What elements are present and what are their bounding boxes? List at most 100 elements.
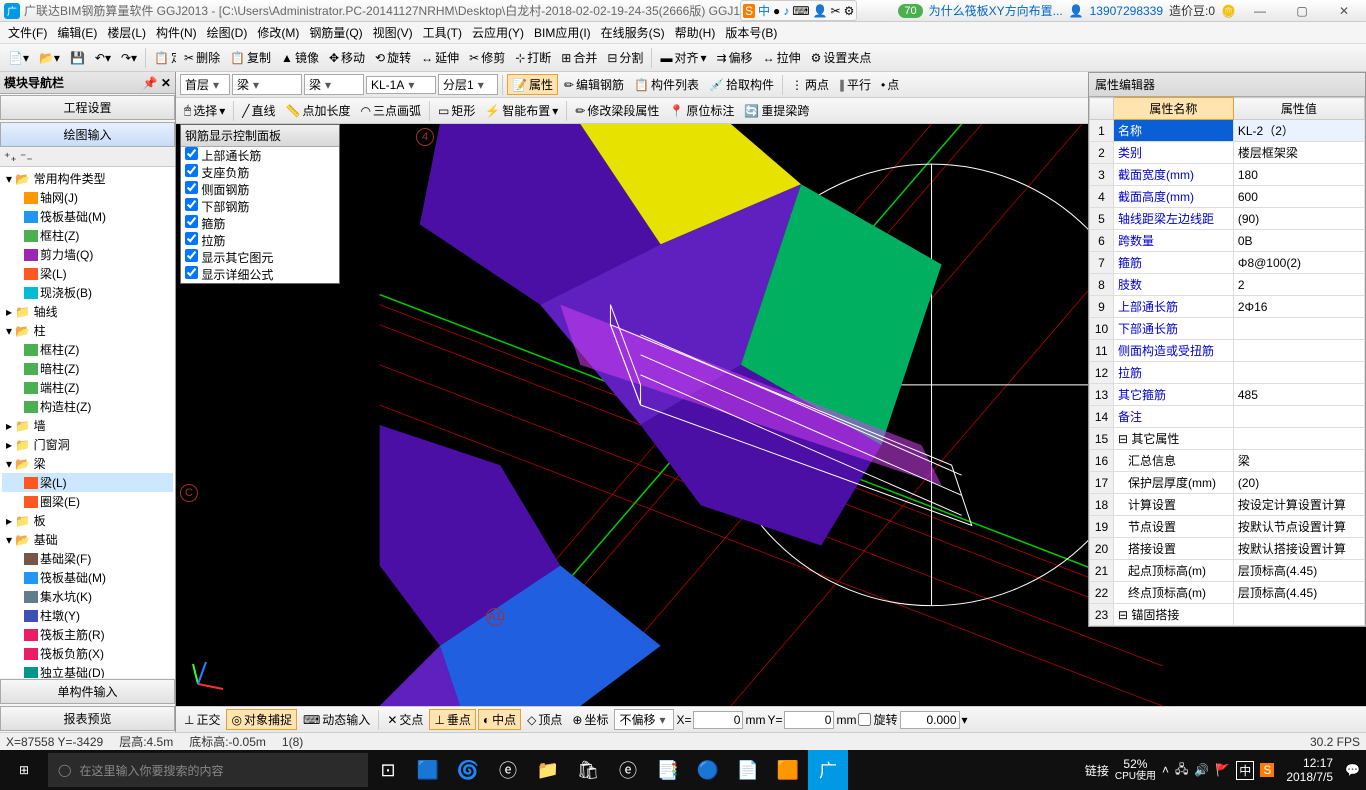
maximize-button[interactable]: ▢ — [1284, 0, 1320, 22]
prop-row[interactable]: 13其它箍筋485 — [1090, 384, 1365, 406]
modbeam-button[interactable]: ✏修改梁段属性 — [571, 100, 663, 121]
category-dropdown[interactable]: 梁 — [232, 74, 302, 95]
prop-row[interactable]: 10下部通长筋 — [1090, 318, 1365, 340]
select-button[interactable]: 🖱选择▾ — [180, 100, 229, 121]
menu-rebar[interactable]: 钢筋量(Q) — [305, 22, 366, 43]
tree-item[interactable]: ▾ 📂 梁 — [2, 454, 173, 473]
member-dropdown[interactable]: KL-1A — [366, 76, 436, 94]
menu-view[interactable]: 视图(V) — [369, 22, 417, 43]
tree-item[interactable]: 暗柱(Z) — [2, 359, 173, 378]
tree-item[interactable]: 柱墩(Y) — [2, 606, 173, 625]
tree-item[interactable]: 筏板基础(M) — [2, 568, 173, 587]
origlabel-button[interactable]: 📍原位标注 — [665, 100, 738, 121]
prop-row[interactable]: 12拉筋 — [1090, 362, 1365, 384]
offset-button[interactable]: ⇉偏移 — [712, 47, 756, 68]
coord-snap[interactable]: ⊕坐标 — [568, 709, 612, 730]
prop-row[interactable]: 14备注 — [1090, 406, 1365, 428]
tree-item[interactable]: 轴网(J) — [2, 188, 173, 207]
tree-item[interactable]: 端柱(Z) — [2, 378, 173, 397]
dyn-toggle[interactable]: ⌨动态输入 — [299, 709, 374, 730]
tree-item[interactable]: ▸ 📁 轴线 — [2, 302, 173, 321]
tray-up-icon[interactable]: ˄ — [1162, 763, 1169, 777]
menu-cloud[interactable]: 云应用(Y) — [468, 22, 528, 43]
save-button[interactable]: 💾 — [66, 49, 89, 67]
prop-row[interactable]: 22 终点顶标高(m)层顶标高(4.45) — [1090, 582, 1365, 604]
y-input[interactable] — [784, 711, 834, 729]
proj-settings-button[interactable]: 工程设置 — [0, 95, 175, 120]
split-button[interactable]: ⊟分割 — [603, 47, 647, 68]
task-app4[interactable]: 🔵 — [688, 750, 728, 790]
mid-snap[interactable]: ◐中点 — [478, 709, 521, 730]
tree-item[interactable]: 筏板主筋(R) — [2, 625, 173, 644]
mirror-button[interactable]: ▲镜像 — [277, 47, 323, 68]
tray-notif-icon[interactable]: 💬 — [1345, 763, 1360, 777]
tree-item[interactable]: 圈梁(E) — [2, 492, 173, 511]
prop-row[interactable]: 17 保护层厚度(mm)(20) — [1090, 472, 1365, 494]
task-explorer[interactable]: 📁 — [528, 750, 568, 790]
rebar-checkbox[interactable]: 侧面钢筋 — [181, 181, 339, 198]
move-button[interactable]: ✥移动 — [325, 47, 369, 68]
trim-button[interactable]: ✂修剪 — [465, 47, 509, 68]
tray-link[interactable]: 链接 — [1085, 762, 1109, 779]
point-button[interactable]: •点 — [877, 74, 903, 95]
memberlist-button[interactable]: 📋构件列表 — [630, 74, 703, 95]
rebar-checkbox[interactable]: 显示其它图元 — [181, 249, 339, 266]
prop-row[interactable]: 9上部通长筋2Φ16 — [1090, 296, 1365, 318]
addlen-button[interactable]: 📏点加长度 — [282, 100, 355, 121]
tree-item[interactable]: ▸ 📁 门窗洞 — [2, 435, 173, 454]
tray-ime2[interactable]: S — [1260, 763, 1274, 777]
rebar-checkbox[interactable]: 上部通长筋 — [181, 147, 339, 164]
prop-row[interactable]: 6跨数量0B — [1090, 230, 1365, 252]
component-tree[interactable]: ▾ 📂 常用构件类型 轴网(J) 筏板基础(M) 框柱(Z) 剪力墙(Q) 梁(… — [0, 167, 175, 678]
tree-item[interactable]: 现浇板(B) — [2, 283, 173, 302]
menu-floor[interactable]: 楼层(L) — [103, 22, 150, 43]
delete-button[interactable]: ✂删除 — [180, 47, 224, 68]
account-number[interactable]: 13907298339 — [1090, 4, 1163, 18]
prop-row[interactable]: 19 节点设置按默认节点设置计算 — [1090, 516, 1365, 538]
rebar-display-panel[interactable]: 钢筋显示控制面板 上部通长筋 支座负筋 侧面钢筋 下部钢筋 箍筋 拉筋 显示其它… — [180, 124, 340, 284]
tree-item[interactable]: ▸ 📁 板 — [2, 511, 173, 530]
offset-mode-dropdown[interactable]: 不偏移 — [614, 709, 674, 730]
layer-dropdown[interactable]: 分层1 — [438, 74, 498, 95]
tree-item[interactable]: ▾ 📂 柱 — [2, 321, 173, 340]
stretch-button[interactable]: ↔拉伸 — [759, 47, 805, 68]
tree-item[interactable]: 梁(L) — [2, 264, 173, 283]
open-button[interactable]: 📂▾ — [35, 49, 64, 67]
task-ie[interactable]: ⓔ — [608, 750, 648, 790]
prop-row[interactable]: 23⊟ 锚固搭接 — [1090, 604, 1365, 626]
prop-row[interactable]: 7箍筋Φ8@100(2) — [1090, 252, 1365, 274]
task-edge[interactable]: ⓔ — [488, 750, 528, 790]
tray-flag-icon[interactable]: 🚩 — [1215, 763, 1230, 777]
rotate-input[interactable] — [900, 711, 960, 729]
tree-item[interactable]: 独立基础(D) — [2, 663, 173, 678]
task-app5[interactable]: 📄 — [728, 750, 768, 790]
menu-tool[interactable]: 工具(T) — [419, 22, 466, 43]
report-button[interactable]: 报表预览 — [0, 706, 175, 731]
attr-button[interactable]: 📝属性 — [507, 74, 558, 95]
task-app3[interactable]: 📑 — [648, 750, 688, 790]
extend-button[interactable]: ↔延伸 — [417, 47, 463, 68]
rotate-button[interactable]: ⟲旋转 — [371, 47, 415, 68]
prop-row[interactable]: 2类别楼层框架梁 — [1090, 142, 1365, 164]
parallel-button[interactable]: ∥平行 — [835, 74, 875, 95]
tree-item[interactable]: 框柱(Z) — [2, 340, 173, 359]
tray-clock[interactable]: 12:172018/7/5 — [1280, 756, 1339, 785]
x-input[interactable] — [693, 711, 743, 729]
new-button[interactable]: 📄▾ — [4, 49, 33, 67]
tree-item[interactable]: 框柱(Z) — [2, 226, 173, 245]
menu-modify[interactable]: 修改(M) — [253, 22, 303, 43]
rebar-checkbox[interactable]: 显示详细公式 — [181, 266, 339, 283]
task-app1[interactable]: 🟦 — [408, 750, 448, 790]
tree-item[interactable]: ▾ 📂 常用构件类型 — [2, 169, 173, 188]
menu-version[interactable]: 版本号(B) — [721, 22, 781, 43]
menu-member[interactable]: 构件(N) — [152, 22, 201, 43]
prop-row[interactable]: 11侧面构造或受扭筋 — [1090, 340, 1365, 362]
prop-row[interactable]: 21 起点顶标高(m)层顶标高(4.45) — [1090, 560, 1365, 582]
merge-button[interactable]: ⊞合并 — [557, 47, 601, 68]
copy-button[interactable]: 📋复制 — [226, 47, 275, 68]
menu-draw[interactable]: 绘图(D) — [203, 22, 252, 43]
break-button[interactable]: ⊹打断 — [511, 47, 555, 68]
menu-file[interactable]: 文件(F) — [4, 22, 51, 43]
task-current[interactable]: 广 — [808, 750, 848, 790]
smart-button[interactable]: ⚡智能布置▾ — [481, 100, 562, 121]
